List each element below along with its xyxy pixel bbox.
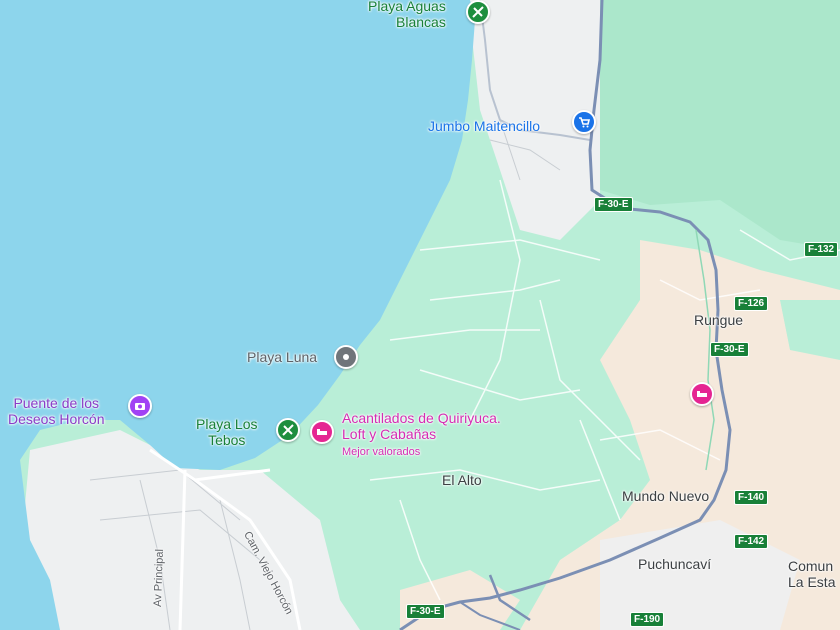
jumbo-maitencillo-label[interactable]: Jumbo Maitencillo [428,118,540,134]
rungue-label[interactable]: Rungue [694,312,743,328]
road-shield-f30e: F-30-E [406,604,445,619]
map-canvas[interactable]: Playa Aguas Blancas Jumbo Maitencillo Pl… [0,0,840,630]
hotel-icon[interactable] [690,382,714,406]
camera-icon[interactable] [128,394,152,418]
road-shield-f142: F-142 [734,534,769,549]
place-pin-icon[interactable] [334,345,358,369]
hotel-icon[interactable] [310,420,334,444]
road-shield-f140: F-140 [734,490,769,505]
beach-icon[interactable] [466,0,490,24]
beach-icon[interactable] [276,418,300,442]
road-shield-f132: F-132 [804,242,839,257]
road-shield-f190: F-190 [630,612,665,627]
road-shield-f30e: F-30-E [710,342,749,357]
playa-aguas-blancas-label[interactable]: Playa Aguas Blancas [368,0,446,30]
mundo-nuevo-label[interactable]: Mundo Nuevo [622,488,709,504]
playa-los-tebos-label[interactable]: Playa Los Tebos [196,416,257,448]
road-shield-f126: F-126 [734,296,769,311]
puente-de-los-deseos-label[interactable]: Puente de los Deseos Horcón [8,395,105,427]
acantilados-rating-label: Mejor valorados [342,446,421,458]
playa-luna-label[interactable]: Playa Luna [247,349,317,365]
el-alto-label[interactable]: El Alto [442,472,482,488]
puchuncavi-label[interactable]: Puchuncaví [638,556,711,572]
av-principal-label: Av Principal [151,548,166,608]
comuna-label[interactable]: Comun La Esta [788,558,835,590]
acantilados-label[interactable]: Acantilados de Quiriyuca. Loft y Cabañas [342,410,501,442]
road-shield-f30e: F-30-E [594,197,633,212]
shopping-cart-icon[interactable] [572,110,596,134]
